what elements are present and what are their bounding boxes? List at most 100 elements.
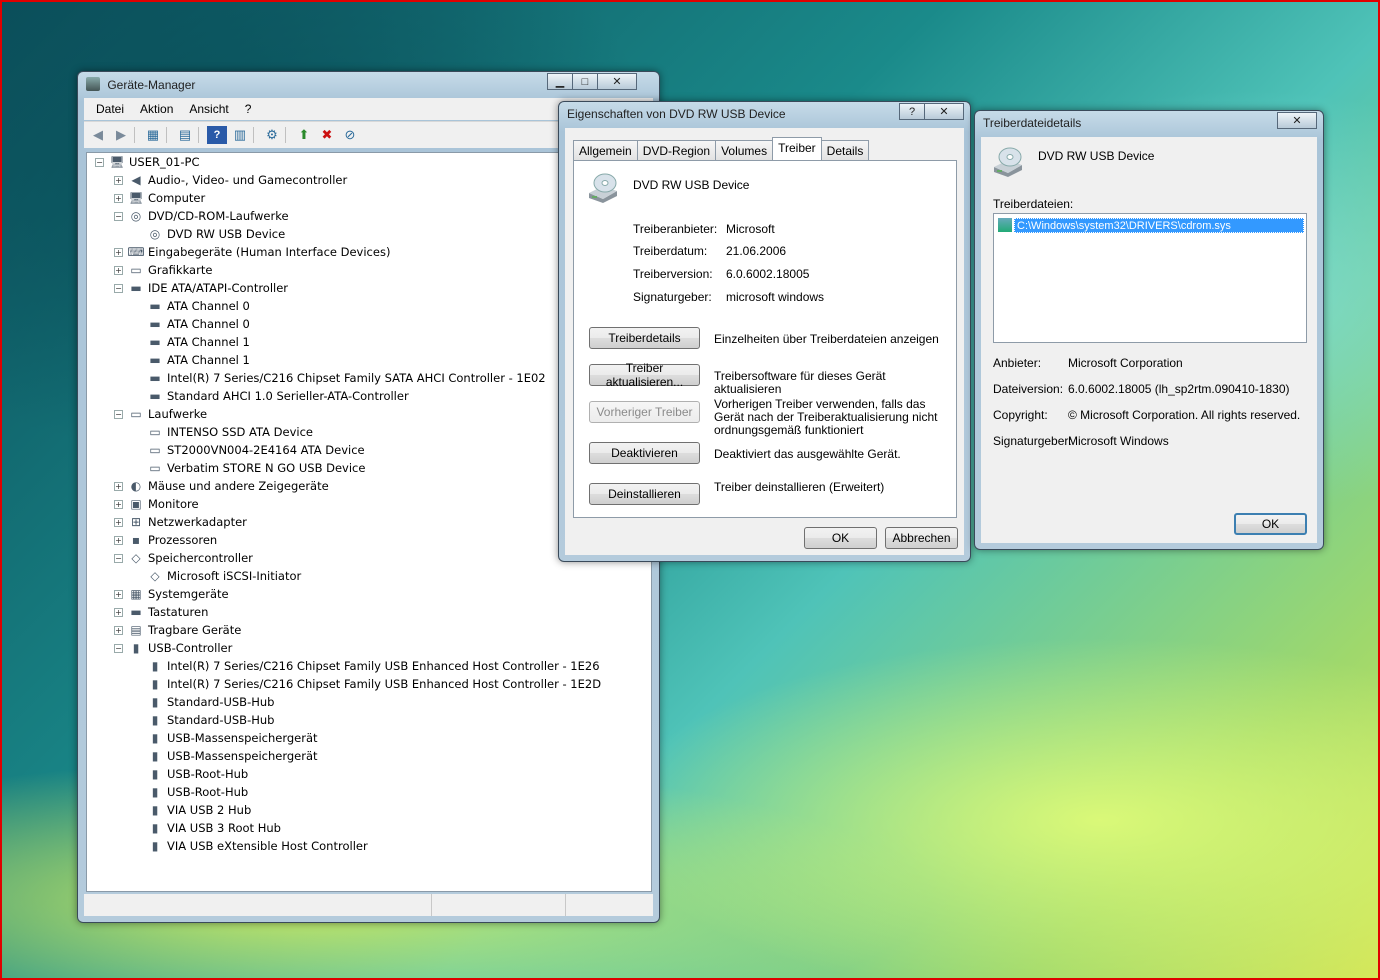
tree-device[interactable]: ▮ USB-Massenspeichergerät [147,747,318,765]
uninstall-button[interactable]: Deinstallieren [589,483,700,505]
tree-category[interactable]: + ▬ Tastaturen [114,603,208,621]
cd-drive-icon: ◎ [149,227,161,241]
tree-category[interactable]: + ◐ Mäuse und andere Zeigegeräte [114,477,329,495]
tree-device[interactable]: ▭ INTENSO SSD ATA Device [147,423,313,441]
minimize-button[interactable]: ▁ [547,73,573,90]
details-title: Treiberdateidetails [983,116,1082,130]
close-button[interactable]: ✕ [924,103,964,120]
menu-help[interactable]: ? [237,102,260,116]
expand-icon[interactable]: + [114,589,123,599]
tree-category[interactable]: − ◇ Speichercontroller [114,549,253,567]
details-titlebar[interactable]: Treiberdateidetails [975,111,1323,137]
tree-device[interactable]: ◎ DVD RW USB Device [147,225,285,243]
back-arrow-icon[interactable]: ◀ [88,126,108,144]
properties-icon[interactable]: ▤ [175,126,195,144]
rollback-driver-button[interactable]: Vorheriger Treiber [589,401,700,423]
tree-device[interactable]: ▮ Standard-USB-Hub [147,711,275,729]
expand-icon[interactable]: + [114,499,123,509]
tree-device[interactable]: ▭ ST2000VN004-2E4164 ATA Device [147,441,364,459]
cancel-button[interactable]: Abbrechen [885,527,958,549]
tree-device[interactable]: ▭ Verbatim STORE N GO USB Device [147,459,365,477]
tree-category[interactable]: + ▭ Grafikkarte [114,261,212,279]
tree-category[interactable]: − ◎ DVD/CD-ROM-Laufwerke [114,207,289,225]
tree-device[interactable]: ▬ Intel(R) 7 Series/C216 Chipset Family S… [147,369,545,387]
scan-hardware-icon[interactable]: ⚙ [262,126,282,144]
disable-button[interactable]: Deaktivieren [589,442,700,464]
ok-button[interactable]: OK [1234,513,1307,535]
uninstall-icon[interactable]: ✖ [317,126,337,144]
expand-icon[interactable]: + [114,607,123,617]
show-hide-console-tree-icon[interactable]: ▦ [143,126,163,144]
tree-device[interactable]: ▬ ATA Channel 1 [147,333,250,351]
collapse-icon[interactable]: − [95,157,104,167]
menu-aktion[interactable]: Aktion [132,102,181,116]
expand-icon[interactable]: + [114,193,123,203]
expand-icon[interactable]: + [114,535,123,545]
disable-device-icon[interactable]: ⊘ [340,126,360,144]
tree-device[interactable]: ▬ ATA Channel 0 [147,315,250,333]
expand-icon[interactable]: + [114,481,123,491]
tree-device[interactable]: ▮ VIA USB 2 Hub [147,801,252,819]
ok-button[interactable]: OK [804,527,877,549]
forward-arrow-icon[interactable]: ▶ [111,126,131,144]
expand-icon[interactable]: + [114,175,123,185]
tree-category[interactable]: + 🖥 Computer [114,189,205,207]
tree-category[interactable]: − ▬ IDE ATA/ATAPI-Controller [114,279,288,297]
tree-device[interactable]: ◇ Microsoft iSCSI-Initiator [147,567,301,585]
tree-device[interactable]: ▮ Intel(R) 7 Series/C216 Chipset Family U… [147,675,601,693]
tree-item-label: Microsoft iSCSI-Initiator [167,569,302,583]
maximize-button[interactable]: □ [572,73,598,90]
tree-category[interactable]: + ▤ Tragbare Geräte [114,621,241,639]
tree-category[interactable]: + ⌨ Eingabegeräte (Human Interface Devices… [114,243,390,261]
tab-details[interactable]: Details [820,140,870,160]
tree-device[interactable]: ▮ Intel(R) 7 Series/C216 Chipset Family U… [147,657,600,675]
driver-files-list[interactable]: C:\Windows\system32\DRIVERS\cdrom.sys [993,213,1307,343]
tree-item-label: Computer [148,191,206,205]
update-driver-button[interactable]: Treiber aktualisieren... [589,361,700,389]
tab-dvd-region[interactable]: DVD-Region [636,140,717,160]
tree-device[interactable]: ▮ USB-Root-Hub [147,765,249,783]
mouse-icon: ◐ [130,479,142,493]
tab-volumes[interactable]: Volumes [715,140,774,160]
help-button[interactable]: ? [899,103,925,120]
collapse-icon[interactable]: − [114,553,123,563]
driver-details-button[interactable]: Treiberdetails [589,327,700,349]
tree-category[interactable]: + ⊞ Netzwerkadapter [114,513,247,531]
help-icon[interactable]: ? [207,126,227,144]
tree-device[interactable]: ▮ VIA USB eXtensible Host Controller [147,837,368,855]
tree-device[interactable]: ▬ ATA Channel 1 [147,351,250,369]
tree-device[interactable]: ▮ Standard-USB-Hub [147,693,275,711]
collapse-icon[interactable]: − [114,211,123,221]
expand-icon[interactable]: + [114,247,123,257]
tab-treiber[interactable]: Treiber [772,137,822,160]
collapse-icon[interactable]: − [114,283,123,293]
close-button[interactable]: ✕ [597,73,637,90]
update-driver-icon[interactable]: ⬆ [294,126,314,144]
collapse-icon[interactable]: − [114,643,123,653]
tree-category[interactable]: + ▣ Monitore [114,495,199,513]
tree-device[interactable]: ▮ VIA USB 3 Root Hub [147,819,281,837]
tree-item-label: INTENSO SSD ATA Device [167,425,313,439]
tree-device[interactable]: ▮ USB-Root-Hub [147,783,249,801]
collapse-icon[interactable]: − [114,409,123,419]
tree-device[interactable]: ▬ Standard AHCI 1.0 Serieller-ATA-Control… [147,387,408,405]
menu-datei[interactable]: Datei [88,102,132,116]
tree-category[interactable]: + ▪ Prozessoren [114,531,217,549]
driver-provider-label: Treiberanbieter: [633,222,718,236]
tree-item-label: Audio-, Video- und Gamecontroller [148,173,348,187]
expand-icon[interactable]: + [114,625,123,635]
tree-category[interactable]: − ▭ Laufwerke [114,405,207,423]
expand-icon[interactable]: + [114,517,123,527]
menu-ansicht[interactable]: Ansicht [181,102,236,116]
tree-device[interactable]: ▬ ATA Channel 0 [147,297,250,315]
tree-category[interactable]: + ▦ Systemgeräte [114,585,229,603]
close-button[interactable]: ✕ [1277,112,1317,129]
tab-allgemein[interactable]: Allgemein [573,140,638,160]
tree-device[interactable]: ▮ USB-Massenspeichergerät [147,729,318,747]
action-pane-icon[interactable]: ▥ [230,126,250,144]
list-item[interactable]: C:\Windows\system32\DRIVERS\cdrom.sys [998,217,1304,233]
tree-category[interactable]: − ▮ USB-Controller [114,639,232,657]
expand-icon[interactable]: + [114,265,123,275]
tree-root[interactable]: − 🖥 USER_01-PC [95,153,199,171]
tree-category[interactable]: + ◀ Audio-, Video- und Gamecontroller [114,171,347,189]
